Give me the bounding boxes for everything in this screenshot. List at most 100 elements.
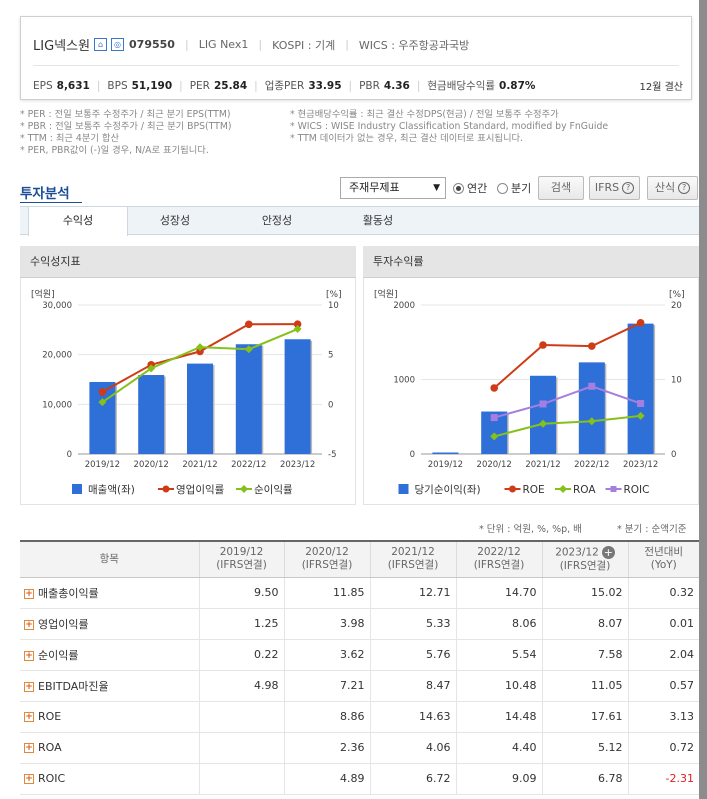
tab-activity[interactable]: 활동성 [328, 207, 428, 235]
value-cell: 7.58 [541, 639, 628, 671]
bar [432, 452, 459, 454]
series-point [588, 342, 596, 350]
market-info: KOSPI : 기계 [272, 38, 336, 52]
profitability-chart: [억원] [%] 0 10,000 20,000 30,000 -5 0 5 10 2019/12 2… [31, 288, 342, 496]
header-period: 2022/12 (IFRS연결) [455, 540, 542, 578]
row-label-cell[interactable]: + 매출총이익률 [20, 577, 199, 609]
row-label-cell[interactable]: + EBITDA마진율 [20, 670, 199, 702]
value-cell: 0.57 [627, 670, 699, 702]
y-tick-right: 0 [328, 400, 333, 410]
y-tick-left: 10,000 [42, 400, 72, 410]
row-label: ROIC [38, 772, 66, 785]
home-icon[interactable]: ⌂ [94, 38, 108, 51]
expand-icon[interactable]: + [24, 774, 34, 784]
stat-label: 현금배당수익률 [427, 80, 496, 92]
note-line: * TTM : 최근 4분기 합산 [20, 133, 120, 144]
header-line2: (IFRS연결) [387, 559, 439, 572]
expand-icon[interactable]: + [24, 588, 34, 599]
row-label-cell[interactable]: + 영업이익률 [20, 608, 199, 640]
notes-right: * 현금배당수익률 : 최근 결산 수정DPS(현금) / 전일 보통주 수정주… [290, 109, 608, 145]
x-tick-label: 2020/12 [134, 460, 169, 470]
y-tick-right: 10 [328, 301, 339, 311]
right-chart-header: 투자수익률 [363, 246, 699, 278]
header-line2: (IFRS연결) [559, 559, 611, 572]
statement-select[interactable]: 주재무제표 ▼ [340, 177, 446, 199]
header-line1: 2019/12 [219, 546, 264, 559]
legend-label: 당기순이익(좌) [415, 484, 481, 496]
value-cell: 11.05 [541, 670, 628, 702]
formula-help-button[interactable]: 산식? [647, 176, 698, 200]
stat-label: PBR [359, 79, 380, 92]
section-title: 투자분석 [20, 186, 70, 202]
row-label-cell[interactable]: + ROIC [20, 763, 199, 795]
expand-icon[interactable]: + [24, 619, 34, 630]
scrollbar[interactable] [699, 0, 707, 799]
header-line2: (IFRS연결) [301, 559, 353, 572]
header-period: 2021/12 (IFRS연결) [369, 540, 456, 578]
bar [284, 339, 311, 454]
row-label: ROA [38, 741, 62, 754]
note-line: * WICS : WISE Industry Classification St… [290, 121, 609, 132]
table-row: + EBITDA마진율 4.98 7.21 8.47 10.48 11.05 0.57 [20, 670, 699, 702]
radio-annual[interactable]: 연간 [453, 180, 487, 196]
header-line1: 2022/12 [477, 546, 521, 559]
question-icon: ? [622, 182, 635, 194]
report-icon[interactable]: ◎ [111, 38, 125, 51]
analysis-tabs: 수익성 성장성 안정성 활동성 [20, 206, 699, 236]
value-cell: 5.33 [369, 608, 456, 640]
company-name: LIG넥스원 [33, 39, 91, 54]
stat-label: PER [189, 79, 210, 92]
value-cell: 4.40 [455, 732, 542, 764]
table-row: + 매출총이익률 9.50 11.85 12.71 14.70 15.02 0.32 [20, 577, 699, 609]
header-line1: 2021/12 [391, 546, 435, 559]
tab-growth[interactable]: 성장성 [125, 207, 225, 235]
left-unit-label: [억원] [374, 288, 398, 300]
radio-annual-dot[interactable] [453, 182, 464, 194]
row-label-cell[interactable]: + ROA [20, 732, 199, 764]
tab-profitability[interactable]: 수익성 [28, 207, 128, 236]
profitability-table: 항목 2019/12 (IFRS연결) 2020/12 (IFRS연결) 2021/12(… [20, 540, 699, 795]
note-line: * 현금배당수익률 : 최근 결산 수정DPS(현금) / 전일 보통주 수정주… [290, 109, 559, 120]
stat-value: 8,631 [56, 79, 90, 92]
series-point [490, 414, 498, 422]
series-line [493, 385, 641, 419]
value-cell: -2.31 [627, 763, 699, 795]
row-label-cell[interactable]: + 순이익률 [20, 639, 199, 671]
tab-stability[interactable]: 안정성 [227, 207, 327, 235]
legend-label: ROE [523, 484, 545, 496]
add-column-icon[interactable]: + [601, 546, 615, 559]
value-cell: 9.50 [198, 577, 284, 609]
y-tick-left: 20,000 [42, 351, 72, 361]
series-point [539, 341, 547, 349]
radio-quarter[interactable]: 분기 [497, 180, 531, 196]
y-tick-left: 0 [67, 450, 72, 460]
header-line1: 항목 [99, 552, 119, 565]
left-unit-label: [억원] [31, 288, 55, 300]
legend-marker [559, 485, 567, 493]
expand-icon[interactable]: + [24, 650, 34, 661]
value-cell [198, 701, 284, 733]
series-point [637, 399, 645, 407]
x-tick-label: 2023/12 [280, 460, 315, 470]
legend-marker [509, 485, 516, 493]
expand-icon[interactable]: + [24, 681, 34, 692]
row-label-cell[interactable]: + ROE [20, 701, 199, 733]
radio-quarter-dot[interactable] [497, 182, 508, 194]
x-tick-label: 2019/12 [85, 460, 120, 470]
x-tick-label: 2022/12 [231, 460, 266, 470]
expand-icon[interactable]: + [24, 743, 34, 753]
ifrs-help-button[interactable]: IFRS? [589, 176, 640, 200]
search-button[interactable]: 검색 [538, 176, 584, 200]
header-period: 2020/12 (IFRS연결) [283, 540, 370, 578]
expand-icon[interactable]: + [24, 712, 34, 722]
value-cell: 8.86 [283, 701, 370, 733]
header-period: 2019/12 (IFRS연결) [198, 540, 284, 578]
y-tick-right: 0 [671, 450, 676, 460]
value-cell: 5.76 [369, 639, 456, 671]
legend-label: 영업이익률 [176, 483, 225, 496]
row-label: ROE [38, 710, 62, 723]
value-cell: 17.61 [541, 701, 628, 733]
unit-note: * 단위 : 억원, %, %p, 배 [479, 524, 582, 535]
fiscal-month: 12월 결산 [639, 82, 683, 93]
value-cell: 8.47 [369, 670, 456, 702]
